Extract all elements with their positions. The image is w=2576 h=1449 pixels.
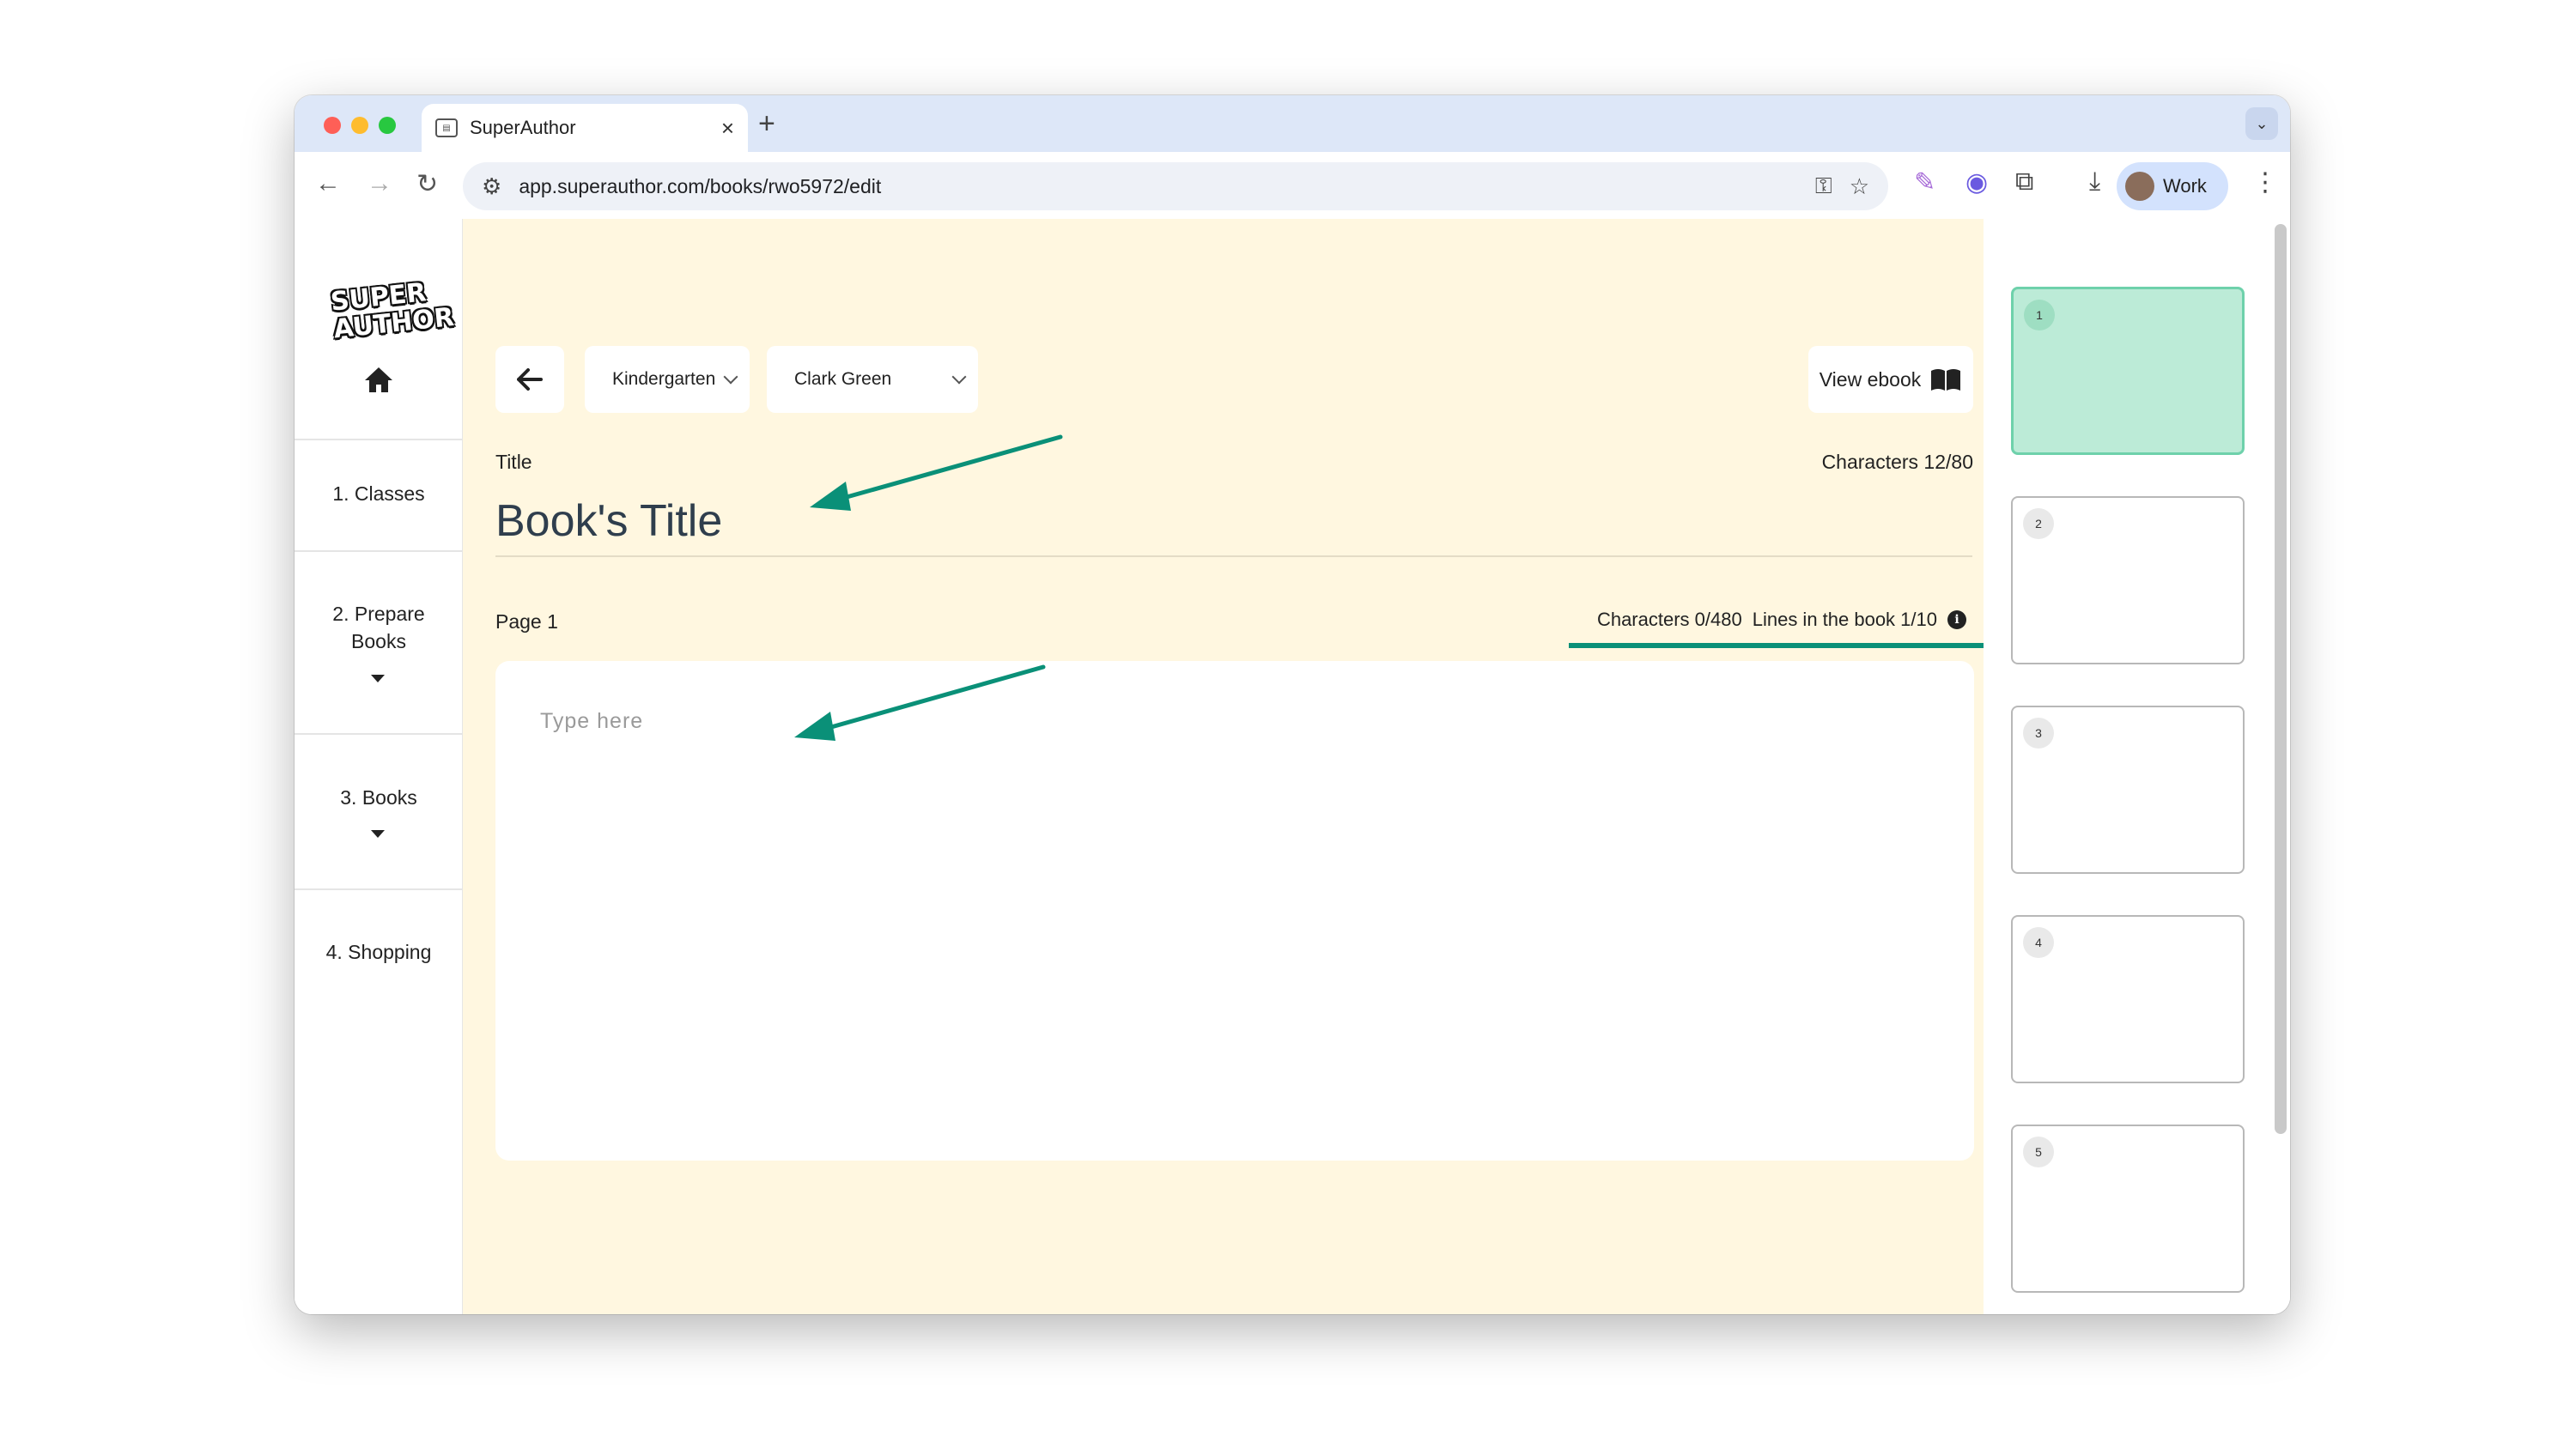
open-book-icon bbox=[1931, 369, 1961, 391]
close-tab-icon[interactable]: × bbox=[721, 115, 734, 142]
page-thumbnails-panel: 1 2 3 4 5 bbox=[1984, 219, 2290, 1314]
annotation-arrow-title bbox=[810, 434, 1063, 511]
book-title-input[interactable]: Book's Title bbox=[495, 495, 722, 547]
favicon-icon: ▤ bbox=[435, 118, 458, 137]
profile-button[interactable]: Work bbox=[2117, 162, 2228, 210]
more-menu-icon[interactable]: ⋮ bbox=[2252, 167, 2278, 197]
tab-title: SuperAuthor bbox=[470, 117, 576, 138]
profile-label: Work bbox=[2163, 175, 2207, 197]
maximize-window-button[interactable] bbox=[379, 117, 396, 134]
close-window-button[interactable] bbox=[324, 117, 341, 134]
page-counters: Characters 0/480 Lines in the book 1/10 … bbox=[1597, 609, 1966, 631]
password-key-icon[interactable]: ⚿ bbox=[1815, 173, 1832, 200]
sidebar-item-shopping[interactable]: 4. Shopping bbox=[295, 938, 463, 966]
reload-icon[interactable]: ↻ bbox=[416, 169, 438, 199]
arrow-left-icon bbox=[517, 368, 543, 391]
page-thumbnail-3[interactable]: 3 bbox=[2011, 706, 2245, 874]
site-settings-icon[interactable]: ⚙ bbox=[482, 173, 501, 200]
super-author-logo[interactable]: SUPER AUTHOR bbox=[329, 277, 455, 349]
sidebar-divider bbox=[295, 733, 463, 735]
page-number-badge: 2 bbox=[2023, 508, 2054, 539]
address-bar[interactable]: ⚙ app.superauthor.com/books/rwo5972/edit… bbox=[463, 162, 1888, 210]
new-tab-button[interactable]: + bbox=[758, 107, 775, 141]
sidebar: SUPER AUTHOR 1. Classes 2. Prepare Books … bbox=[295, 219, 463, 1314]
page-scrollbar[interactable] bbox=[2275, 224, 2287, 1134]
tab-bar: ▤ SuperAuthor × + ⌄ bbox=[295, 95, 2290, 152]
home-icon[interactable] bbox=[363, 365, 394, 396]
caret-down-icon[interactable] bbox=[371, 830, 385, 838]
page-char-counter: Characters 0/480 bbox=[1596, 609, 1742, 630]
page-thumbnail-5[interactable]: 5 bbox=[2011, 1125, 2245, 1293]
page-number-badge: 4 bbox=[2023, 927, 2054, 958]
avatar bbox=[2125, 172, 2154, 201]
forward-icon[interactable]: → bbox=[367, 169, 392, 198]
extension-app-icon[interactable]: ◉ bbox=[1965, 167, 1988, 197]
title-char-counter: Characters 12/80 bbox=[1821, 451, 1973, 473]
back-button[interactable] bbox=[495, 346, 564, 413]
info-icon[interactable]: i bbox=[1947, 610, 1966, 629]
class-select-value: Kindergarten bbox=[612, 369, 716, 389]
minimize-window-button[interactable] bbox=[351, 117, 368, 134]
pen-extension-icon[interactable]: ✎ bbox=[1914, 167, 1935, 197]
editor-area: Kindergarten Clark Green View ebook Titl… bbox=[463, 219, 1996, 1314]
counter-highlight-underline bbox=[1569, 643, 1996, 648]
title-label: Title bbox=[495, 451, 532, 473]
sidebar-divider bbox=[295, 888, 463, 890]
page-thumbnail-4[interactable]: 4 bbox=[2011, 915, 2245, 1083]
student-select-value: Clark Green bbox=[794, 369, 892, 389]
sidebar-item-prepare-books[interactable]: 2. Prepare Books bbox=[295, 600, 463, 655]
view-ebook-button[interactable]: View ebook bbox=[1808, 346, 1973, 413]
extensions-puzzle-icon[interactable]: ⧉ bbox=[2015, 167, 2033, 197]
page-content: SUPER AUTHOR 1. Classes 2. Prepare Books … bbox=[295, 219, 2290, 1314]
tab-search-button[interactable]: ⌄ bbox=[2245, 107, 2278, 140]
sidebar-divider bbox=[295, 550, 463, 552]
page-thumbnail-1[interactable]: 1 bbox=[2011, 287, 2245, 455]
page-text-editor[interactable]: Type here bbox=[495, 661, 1974, 1161]
chevron-down-icon bbox=[951, 369, 967, 385]
page-number-badge: 1 bbox=[2024, 300, 2055, 330]
bookmark-star-icon[interactable]: ☆ bbox=[1850, 173, 1869, 200]
download-icon[interactable]: ⤓ bbox=[2089, 167, 2100, 197]
title-underline bbox=[495, 555, 1972, 557]
sidebar-item-books[interactable]: 3. Books bbox=[295, 784, 463, 811]
view-ebook-label: View ebook bbox=[1819, 367, 1922, 391]
browser-toolbar: ← → ↻ ⚙ app.superauthor.com/books/rwo597… bbox=[295, 152, 2290, 219]
class-select[interactable]: Kindergarten bbox=[585, 346, 750, 413]
page-number-badge: 5 bbox=[2023, 1137, 2054, 1167]
browser-tab[interactable]: ▤ SuperAuthor × bbox=[422, 104, 748, 152]
page-label: Page 1 bbox=[495, 610, 558, 633]
back-icon[interactable]: ← bbox=[315, 169, 341, 198]
sidebar-item-classes[interactable]: 1. Classes bbox=[295, 480, 463, 507]
sidebar-divider bbox=[295, 439, 463, 440]
page-number-badge: 3 bbox=[2023, 718, 2054, 749]
student-select[interactable]: Clark Green bbox=[767, 346, 978, 413]
text-placeholder: Type here bbox=[540, 709, 644, 733]
chevron-down-icon bbox=[723, 369, 738, 385]
page-thumbnail-2[interactable]: 2 bbox=[2011, 496, 2245, 664]
browser-window: ▤ SuperAuthor × + ⌄ ← → ↻ ⚙ app.superaut… bbox=[295, 95, 2290, 1314]
caret-down-icon[interactable] bbox=[371, 675, 385, 682]
url-text[interactable]: app.superauthor.com/books/rwo5972/edit bbox=[519, 175, 1798, 198]
lines-counter: Lines in the book 1/10 bbox=[1752, 609, 1937, 630]
